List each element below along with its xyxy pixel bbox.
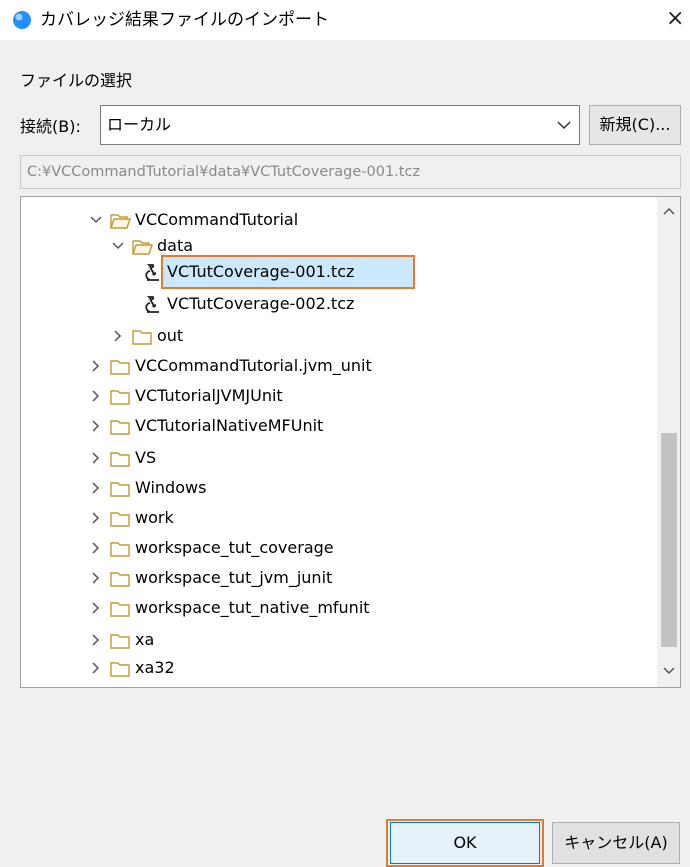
tree-item[interactable]: xa [21,625,651,655]
coverage-file-icon [145,296,159,313]
connection-label: 接続(B): [20,117,81,136]
close-icon[interactable]: × [666,6,690,32]
window-title: カバレッジ結果ファイルのインポート [40,10,329,30]
tree-item-label: workspace_tut_coverage [135,538,334,557]
scrollbar-thumb[interactable] [661,433,677,647]
section-label: ファイルの選択 [20,71,133,90]
chevron-right-icon[interactable] [89,541,103,555]
chevron-right-icon[interactable] [111,329,125,343]
tree-item[interactable]: VCTutorialNativeMFUnit [21,411,651,441]
tree-item-label: xa32 [135,658,175,677]
chevron-right-icon[interactable] [89,601,103,615]
tree-item[interactable]: workspace_tut_jvm_junit [21,563,651,593]
folder-icon [110,360,130,375]
tree-item[interactable]: xa32 [21,653,651,683]
chevron-right-icon[interactable] [89,571,103,585]
tree-item-label: VCTutCoverage-001.tcz [167,262,355,281]
folder-icon [110,572,130,587]
tree-item[interactable]: VCCommandTutorial.jvm_unit [21,351,651,381]
chevron-right-icon[interactable] [89,451,103,465]
chevron-right-icon[interactable] [89,661,103,675]
folder-icon [110,420,130,435]
tree-item[interactable]: VCTutCoverage-001.tcz [21,257,651,287]
folder-icon [110,542,130,557]
chevron-down-icon[interactable] [89,213,103,227]
cancel-button[interactable]: キャンセル(A) [552,822,680,864]
title-bar: カバレッジ結果ファイルのインポート × [0,0,690,40]
folder-icon [110,634,130,649]
chevron-down-icon [557,121,571,130]
new-connection-button[interactable]: 新規(C)... [589,105,681,145]
chevron-right-icon[interactable] [89,359,103,373]
tree-item-label: VCTutorialJVMJUnit [135,386,283,405]
tree-item-label: workspace_tut_native_mfunit [135,598,370,617]
tree-item[interactable]: VS [21,443,651,473]
folder-icon [132,330,152,345]
folder-icon [110,602,130,617]
folder-open-icon [132,240,153,255]
scroll-down-icon[interactable] [662,663,676,677]
coverage-file-icon [145,264,159,281]
chevron-right-icon[interactable] [89,511,103,525]
folder-icon [110,482,130,497]
tree-item[interactable]: Windows [21,473,651,503]
chevron-right-icon[interactable] [89,419,103,433]
chevron-right-icon[interactable] [89,389,103,403]
tree-item[interactable]: VCTutCoverage-002.tcz [21,289,651,319]
chevron-down-icon[interactable] [111,239,125,253]
tree-item[interactable]: work [21,503,651,533]
connection-select[interactable]: ローカル [100,105,580,145]
tree-item[interactable]: z:y [21,681,651,688]
scroll-up-icon[interactable] [662,205,676,219]
tree-item[interactable]: VCTutorialJVMJUnit [21,381,651,411]
file-tree[interactable]: VCCommandTutorial data VCTutCoverage-001.t… [20,196,681,688]
tree-item-label: VCTutCoverage-002.tcz [167,294,355,313]
tree-item[interactable]: workspace_tut_native_mfunit [21,593,651,623]
chevron-right-icon[interactable] [89,633,103,647]
folder-icon [110,390,130,405]
tree-item[interactable]: out [21,321,651,351]
tree-item-label: VS [135,448,157,467]
path-field: C:¥VCCommandTutorial¥data¥VCTutCoverage-… [20,155,681,189]
vertical-scrollbar[interactable] [657,197,680,687]
connection-value: ローカル [107,115,172,134]
tree-item-label: xa [135,630,155,649]
tree-item-label: z:y [135,681,158,687]
tree-item-label: out [157,326,184,345]
folder-icon [110,452,130,467]
tree-item-label: workspace_tut_jvm_junit [135,568,333,587]
ok-button[interactable]: OK [390,822,540,864]
folder-icon [110,662,130,677]
chevron-right-icon[interactable] [89,481,103,495]
tree-item-label: VCCommandTutorial.jvm_unit [135,356,372,375]
app-icon [13,11,31,29]
folder-open-icon [110,214,131,229]
tree-item-label: Windows [135,478,207,497]
tree-item-label: work [135,508,174,527]
tree-item[interactable]: workspace_tut_coverage [21,533,651,563]
folder-icon [110,512,130,527]
tree-item-label: VCTutorialNativeMFUnit [135,416,324,435]
folder-icon [109,686,131,688]
